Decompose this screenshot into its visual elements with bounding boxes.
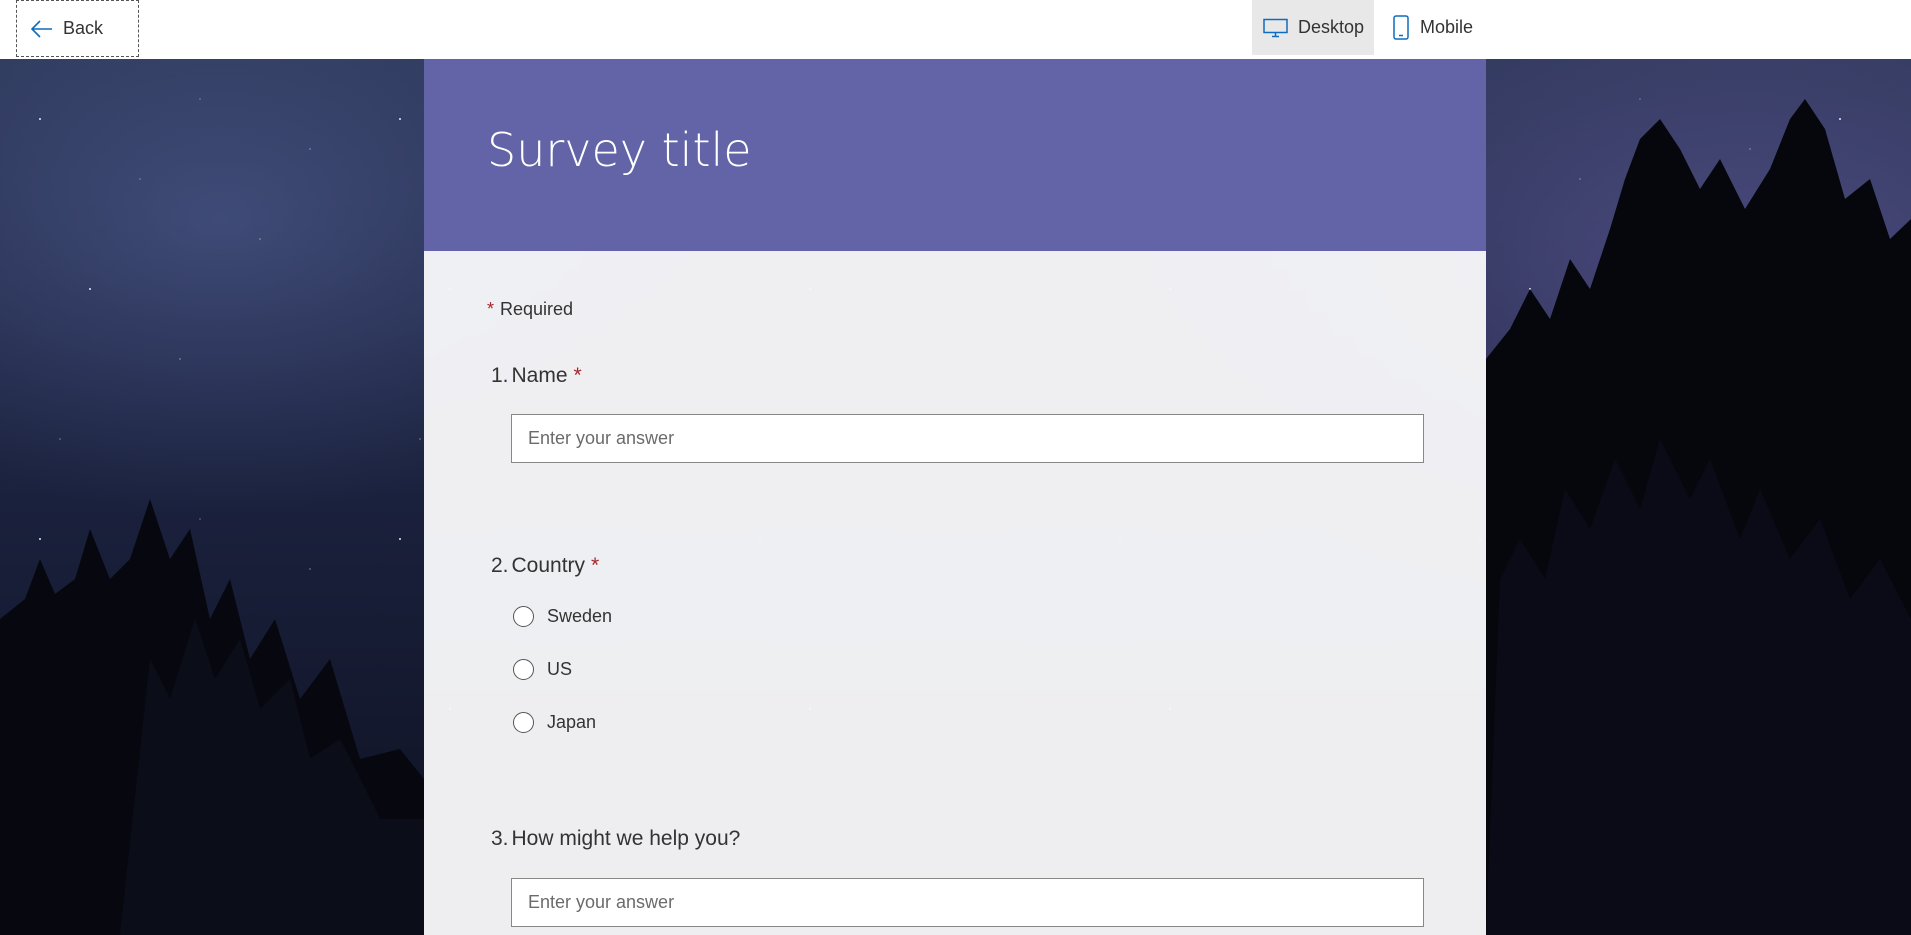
radio-label: Japan	[547, 712, 597, 732]
radio-label: US	[547, 659, 573, 679]
question-number: 3.	[491, 827, 509, 850]
back-button[interactable]: Back	[16, 0, 139, 57]
mobile-label: Mobile	[1420, 17, 1474, 37]
desktop-view-button[interactable]: Desktop	[1252, 0, 1374, 55]
mobile-view-button[interactable]: Mobile	[1388, 0, 1498, 55]
desktop-label: Desktop	[1298, 17, 1365, 37]
help-answer-input[interactable]	[511, 878, 1424, 927]
top-bar: Back Desktop Mobile	[0, 0, 1911, 59]
required-note: * Required	[487, 299, 573, 320]
question-2-title: 2. Country *	[491, 554, 599, 578]
question-label: How might we help you?	[511, 827, 741, 850]
radio-option-japan[interactable]: Japan	[513, 712, 596, 733]
back-label: Back	[63, 18, 104, 38]
survey-header: Survey title	[424, 59, 1486, 251]
phone-icon	[1393, 14, 1409, 40]
question-label: Country	[511, 554, 586, 577]
radio-option-us[interactable]: US	[513, 659, 572, 680]
survey-title: Survey title	[487, 123, 752, 177]
question-number: 2.	[491, 554, 509, 577]
survey-body: *Required 1.Name* 2.Country* Sweden US J…	[424, 251, 1486, 935]
radio-button[interactable]	[513, 659, 534, 680]
arrow-left-icon	[30, 19, 52, 38]
name-answer-input[interactable]	[511, 414, 1424, 463]
required-note-label: Required	[500, 299, 574, 319]
required-asterisk: *	[573, 364, 582, 387]
required-asterisk: *	[487, 299, 495, 319]
question-3-title: 3. How might we help you?	[491, 827, 740, 851]
question-1-title: 1. Name *	[491, 364, 582, 388]
radio-option-sweden[interactable]: Sweden	[513, 606, 612, 627]
question-number: 1.	[491, 364, 509, 387]
radio-button[interactable]	[513, 712, 534, 733]
monitor-icon	[1263, 18, 1288, 37]
radio-label: Sweden	[547, 606, 613, 626]
required-asterisk: *	[591, 554, 600, 577]
question-label: Name	[511, 364, 568, 387]
radio-button[interactable]	[513, 606, 534, 627]
survey-card: Survey title *Required 1.Name* 2.Country…	[424, 59, 1486, 935]
